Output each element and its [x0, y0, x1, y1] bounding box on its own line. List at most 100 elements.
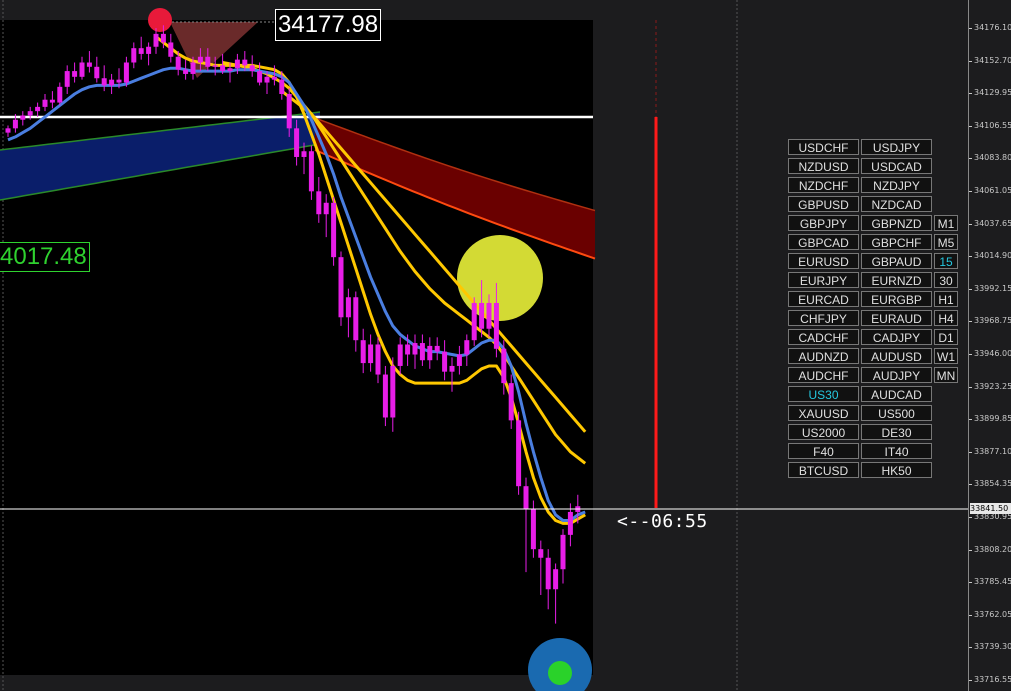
candle-body: [479, 302, 485, 329]
symbol-button-de30[interactable]: DE30: [861, 424, 932, 440]
candle-body: [338, 257, 344, 318]
price-axis[interactable]: 34176.10 34152.70 34129.95 34106.55 34083.80…: [968, 0, 1011, 691]
symbol-button-gbpchf[interactable]: GBPCHF: [861, 234, 932, 250]
candle-body: [449, 365, 455, 372]
symbol-button-gbpjpy[interactable]: GBPJPY: [788, 215, 859, 231]
symbol-button-us500[interactable]: US500: [861, 405, 932, 421]
symbol-button-hk50[interactable]: HK50: [861, 462, 932, 478]
candle-body: [316, 191, 322, 215]
symbol-button-chfjpy[interactable]: CHFJPY: [788, 310, 859, 326]
candle-body: [183, 69, 189, 74]
candle-body: [131, 48, 137, 63]
symbol-button-btcusd[interactable]: BTCUSD: [788, 462, 859, 478]
bar-countdown: <--06:55: [617, 511, 708, 532]
timeframe-button-30[interactable]: 30: [934, 272, 958, 288]
symbol-button-usdjpy[interactable]: USDJPY: [861, 139, 932, 155]
candle-body: [301, 151, 307, 157]
tick-label: 34176.10: [974, 23, 1011, 32]
symbol-button-euraud[interactable]: EURAUD: [861, 310, 932, 326]
candle-body: [257, 71, 263, 83]
candle-body: [57, 86, 63, 103]
timeframe-button-d1[interactable]: D1: [934, 329, 958, 345]
timeframe-button-m1[interactable]: M1: [934, 215, 958, 231]
candle-body: [123, 62, 129, 83]
candle-body: [197, 56, 203, 63]
candle-body: [516, 420, 522, 487]
candle-body: [353, 297, 359, 341]
candle-body: [101, 78, 107, 86]
timeframe-button-mn[interactable]: MN: [934, 367, 958, 383]
candle-body: [227, 68, 233, 72]
candle-body: [419, 343, 425, 361]
symbol-button-cadjpy[interactable]: CADJPY: [861, 329, 932, 345]
symbol-button-audusd[interactable]: AUDUSD: [861, 348, 932, 364]
tick-mark: [969, 386, 972, 388]
symbol-button-f40[interactable]: F40: [788, 443, 859, 459]
timeframe-button-15[interactable]: 15: [934, 253, 958, 269]
low-marker-inner: [548, 661, 572, 685]
symbol-button-nzdchf[interactable]: NZDCHF: [788, 177, 859, 193]
candle-body: [264, 76, 270, 83]
tick-label: 33992.15: [974, 283, 1011, 293]
symbol-button-gbpnzd[interactable]: GBPNZD: [861, 215, 932, 231]
candle-body: [220, 65, 226, 72]
symbol-button-nzdjpy[interactable]: NZDJPY: [861, 177, 932, 193]
symbol-button-usdcad[interactable]: USDCAD: [861, 158, 932, 174]
candle-body: [538, 549, 544, 558]
symbol-button-nzdcad[interactable]: NZDCAD: [861, 196, 932, 212]
candle-body: [20, 115, 26, 120]
symbol-button-gbpaud[interactable]: GBPAUD: [861, 253, 932, 269]
timeframe-button-m5[interactable]: M5: [934, 234, 958, 250]
symbol-button-usdchf[interactable]: USDCHF: [788, 139, 859, 155]
symbol-button-eurusd[interactable]: EURUSD: [788, 253, 859, 269]
tick-label: 33899.85: [974, 414, 1011, 424]
candle-body: [375, 344, 381, 375]
symbol-button-us2000[interactable]: US2000: [788, 424, 859, 440]
symbol-button-gbpcad[interactable]: GBPCAD: [788, 234, 859, 250]
tick-mark: [969, 517, 972, 518]
tick-mark: [969, 288, 972, 290]
candle-body: [242, 59, 248, 66]
candle-body: [464, 340, 470, 355]
tick-mark: [969, 354, 972, 355]
tick-mark: [969, 158, 972, 160]
candle-body: [545, 557, 551, 590]
candle-body: [86, 62, 92, 67]
tick-mark: [969, 321, 972, 323]
symbol-button-eurjpy[interactable]: EURJPY: [788, 272, 859, 288]
high-price-label: 34177.98: [275, 9, 382, 41]
candle-body: [49, 99, 55, 103]
tick-label: 33762.05: [974, 609, 1011, 619]
candle-body: [79, 62, 85, 77]
candle-body: [323, 202, 329, 215]
tick-label: 33739.30: [974, 642, 1011, 652]
symbol-button-xauusd[interactable]: XAUUSD: [788, 405, 859, 421]
symbol-button-cadchf[interactable]: CADCHF: [788, 329, 859, 345]
tick-mark: [969, 256, 972, 258]
candle-body: [138, 48, 144, 54]
symbol-button-audjpy[interactable]: AUDJPY: [861, 367, 932, 383]
symbol-button-it40[interactable]: IT40: [861, 443, 932, 459]
symbol-button-audcad[interactable]: AUDCAD: [861, 386, 932, 402]
candle-body: [5, 128, 11, 133]
timeframe-button-h1[interactable]: H1: [934, 291, 958, 307]
symbol-button-audnzd[interactable]: AUDNZD: [788, 348, 859, 364]
timeframe-button-w1[interactable]: W1: [934, 348, 958, 364]
candle-body: [64, 71, 70, 87]
candle-body: [168, 42, 174, 57]
tick-label: 34106.55: [974, 120, 1011, 130]
tick-mark: [969, 28, 972, 29]
symbol-button-us30[interactable]: US30: [788, 386, 859, 402]
tick-mark: [969, 60, 972, 62]
symbol-button-eurgbp[interactable]: EURGBP: [861, 291, 932, 307]
symbol-button-audchf[interactable]: AUDCHF: [788, 367, 859, 383]
symbol-button-gbpusd[interactable]: GBPUSD: [788, 196, 859, 212]
candle-body: [434, 345, 440, 352]
candle-body: [153, 33, 159, 47]
symbol-button-nzdusd[interactable]: NZDUSD: [788, 158, 859, 174]
candle-body: [271, 76, 277, 80]
symbol-button-eurnzd[interactable]: EURNZD: [861, 272, 932, 288]
timeframe-button-h4[interactable]: H4: [934, 310, 958, 326]
chart-area[interactable]: 34177.98 4017.48 <--06:55 USDCHF NZDUSD NZ…: [0, 0, 968, 691]
symbol-button-eurcad[interactable]: EURCAD: [788, 291, 859, 307]
